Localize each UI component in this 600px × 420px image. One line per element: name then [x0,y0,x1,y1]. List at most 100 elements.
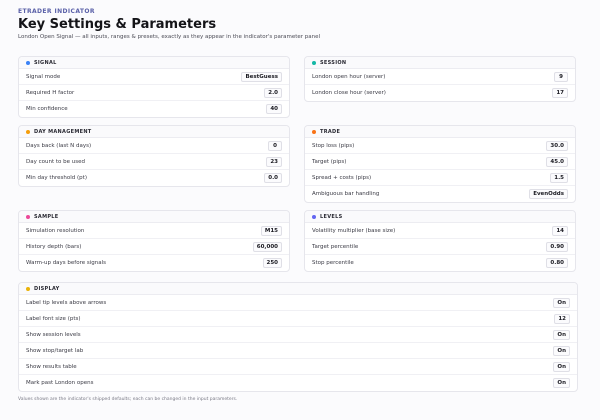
card-session: Session London open hour (server) 9 Lond… [304,56,576,102]
setting-value[interactable]: 0.0 [264,173,282,183]
setting-value[interactable]: 23 [266,156,282,167]
card-title: Sample [34,213,59,220]
setting-row-min-day-threshold[interactable]: Min day threshold (pt) 0.0 [19,170,289,186]
setting-label: Simulation resolution [26,227,85,234]
setting-label: Label tip levels above arrows [26,299,107,306]
setting-value[interactable]: BestGuess [241,71,282,82]
setting-label: London close hour (server) [312,90,386,96]
setting-label: Mark past London opens [26,380,94,386]
setting-row-target-percentile[interactable]: Target percentile 0.90 [305,239,575,255]
setting-label: Required H factor [26,89,75,96]
setting-value[interactable]: 14 [552,225,568,236]
setting-value[interactable]: 12 [554,313,570,324]
setting-label: Spread + costs (pips) [312,174,372,181]
setting-value[interactable]: 0.80 [546,258,568,268]
setting-row-ambiguous-bar[interactable]: Ambiguous bar handling EvenOdds [305,186,575,202]
setting-label: London open hour (server) [312,73,386,80]
day-dot-icon [26,129,30,134]
setting-value[interactable]: 17 [552,88,568,98]
brand-label: ETRADER INDICATOR [18,8,95,15]
setting-row-show-session-levels[interactable]: Show session levels On [19,327,577,343]
setting-value[interactable]: 2.0 [264,87,282,98]
card-trade: Trade Stop loss (pips) 30.0 Target (pips… [304,125,576,203]
setting-label: Warm-up days before signals [26,260,107,266]
setting-label: Stop loss (pips) [312,142,355,149]
trade-dot-icon [312,129,316,134]
sample-dot-icon [26,214,30,219]
setting-row-stop-percentile[interactable]: Stop percentile 0.80 [305,255,575,271]
card-day-management: Day management Days back (last N days) 0… [18,125,290,187]
setting-label: Days back (last N days) [26,142,92,149]
card-signal: Signal Signal mode BestGuess Required H … [18,56,290,118]
setting-label: Show stop/target lab [26,347,84,354]
setting-value[interactable]: On [553,345,570,356]
setting-label: Day count to be used [26,158,85,165]
setting-value[interactable]: 45.0 [546,156,568,167]
card-header: Day management [19,126,289,138]
setting-row-london-close[interactable]: London close hour (server) 17 [305,85,575,101]
signal-dot-icon [26,60,30,65]
setting-row-label-font-size[interactable]: Label font size (pts) 12 [19,311,577,327]
card-header: Display [19,283,577,295]
setting-value[interactable]: On [553,361,570,372]
setting-label: History depth (bars) [26,243,82,250]
card-header: Trade [305,126,575,138]
setting-row-days-back[interactable]: Days back (last N days) 0 [19,138,289,154]
card-title: Signal [34,59,57,66]
setting-label: Ambiguous bar handling [312,191,380,197]
setting-row-mark-past-opens[interactable]: Mark past London opens On [19,375,577,391]
setting-label: Signal mode [26,73,61,80]
footer-note: Values shown are the indicator's shipped… [18,397,238,402]
setting-row-min-confidence[interactable]: Min confidence 40 [19,101,289,117]
setting-row-warmup-days[interactable]: Warm-up days before signals 250 [19,255,289,271]
display-dot-icon [26,286,30,291]
setting-value[interactable]: 40 [266,104,282,114]
setting-value[interactable]: 250 [262,258,282,268]
setting-value[interactable]: M15 [260,225,282,236]
setting-row-sim-resolution[interactable]: Simulation resolution M15 [19,223,289,239]
setting-row-stop-loss[interactable]: Stop loss (pips) 30.0 [305,138,575,154]
setting-label: Min day threshold (pt) [26,175,87,181]
card-title: Levels [320,213,343,220]
setting-label: Min confidence [26,106,68,112]
setting-value[interactable]: On [553,297,570,308]
setting-row-h-factor[interactable]: Required H factor 2.0 [19,85,289,101]
setting-row-spread-costs[interactable]: Spread + costs (pips) 1.5 [305,170,575,186]
setting-row-target[interactable]: Target (pips) 45.0 [305,154,575,170]
setting-row-show-results-table[interactable]: Show results table On [19,359,577,375]
setting-row-show-stop-target[interactable]: Show stop/target lab On [19,343,577,359]
setting-label: Label font size (pts) [26,315,81,322]
setting-row-history-depth[interactable]: History depth (bars) 60,000 [19,239,289,255]
card-header: Signal [19,57,289,69]
setting-row-signal-mode[interactable]: Signal mode BestGuess [19,69,289,85]
setting-row-volatility-multiplier[interactable]: Volatility multiplier (base size) 14 [305,223,575,239]
card-header: Sample [19,211,289,223]
setting-label: Target (pips) [312,158,347,165]
setting-label: Stop percentile [312,260,354,266]
card-title: Display [34,285,60,292]
setting-value[interactable]: 0.90 [546,241,568,252]
setting-value[interactable]: 1.5 [550,172,568,183]
setting-value[interactable]: 30.0 [546,140,568,151]
setting-label: Target percentile [312,243,359,250]
session-dot-icon [312,60,316,65]
setting-label: Show results table [26,363,77,370]
setting-value[interactable]: On [553,378,570,388]
setting-value[interactable]: EvenOdds [529,189,568,199]
card-levels: Levels Volatility multiplier (base size)… [304,210,576,272]
setting-row-label-tip-levels[interactable]: Label tip levels above arrows On [19,295,577,311]
card-header: Levels [305,211,575,223]
setting-value[interactable]: 0 [268,140,282,151]
card-title: Day management [34,128,92,135]
setting-row-london-open[interactable]: London open hour (server) 9 [305,69,575,85]
setting-value[interactable]: 60,000 [252,241,282,252]
card-header: Session [305,57,575,69]
setting-label: Show session levels [26,331,81,338]
levels-dot-icon [312,214,316,219]
setting-value[interactable]: 9 [554,71,568,82]
setting-value[interactable]: On [553,329,570,340]
page-header: ETRADER INDICATOR Key Settings & Paramet… [18,8,582,42]
setting-row-day-count[interactable]: Day count to be used 23 [19,154,289,170]
page-subtitle: London Open Signal — all inputs, ranges … [18,34,321,40]
card-sample: Sample Simulation resolution M15 History… [18,210,290,272]
